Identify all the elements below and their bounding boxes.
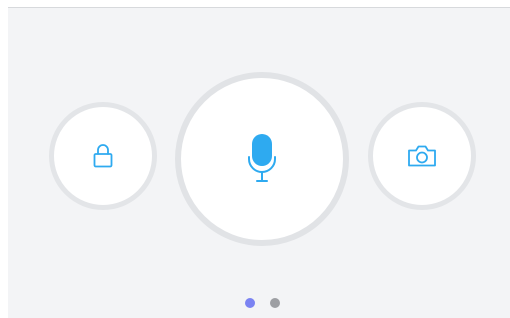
page-dot-2[interactable] — [270, 298, 280, 308]
page-indicator — [8, 298, 510, 310]
page-dot-1[interactable] — [245, 298, 255, 308]
lock-button[interactable] — [49, 102, 157, 210]
camera-button[interactable] — [368, 102, 476, 210]
camera-icon — [408, 145, 436, 167]
microphone-button[interactable] — [175, 72, 349, 246]
lock-icon — [93, 144, 113, 168]
quick-actions-panel — [8, 7, 510, 318]
microphone-icon — [248, 134, 276, 182]
